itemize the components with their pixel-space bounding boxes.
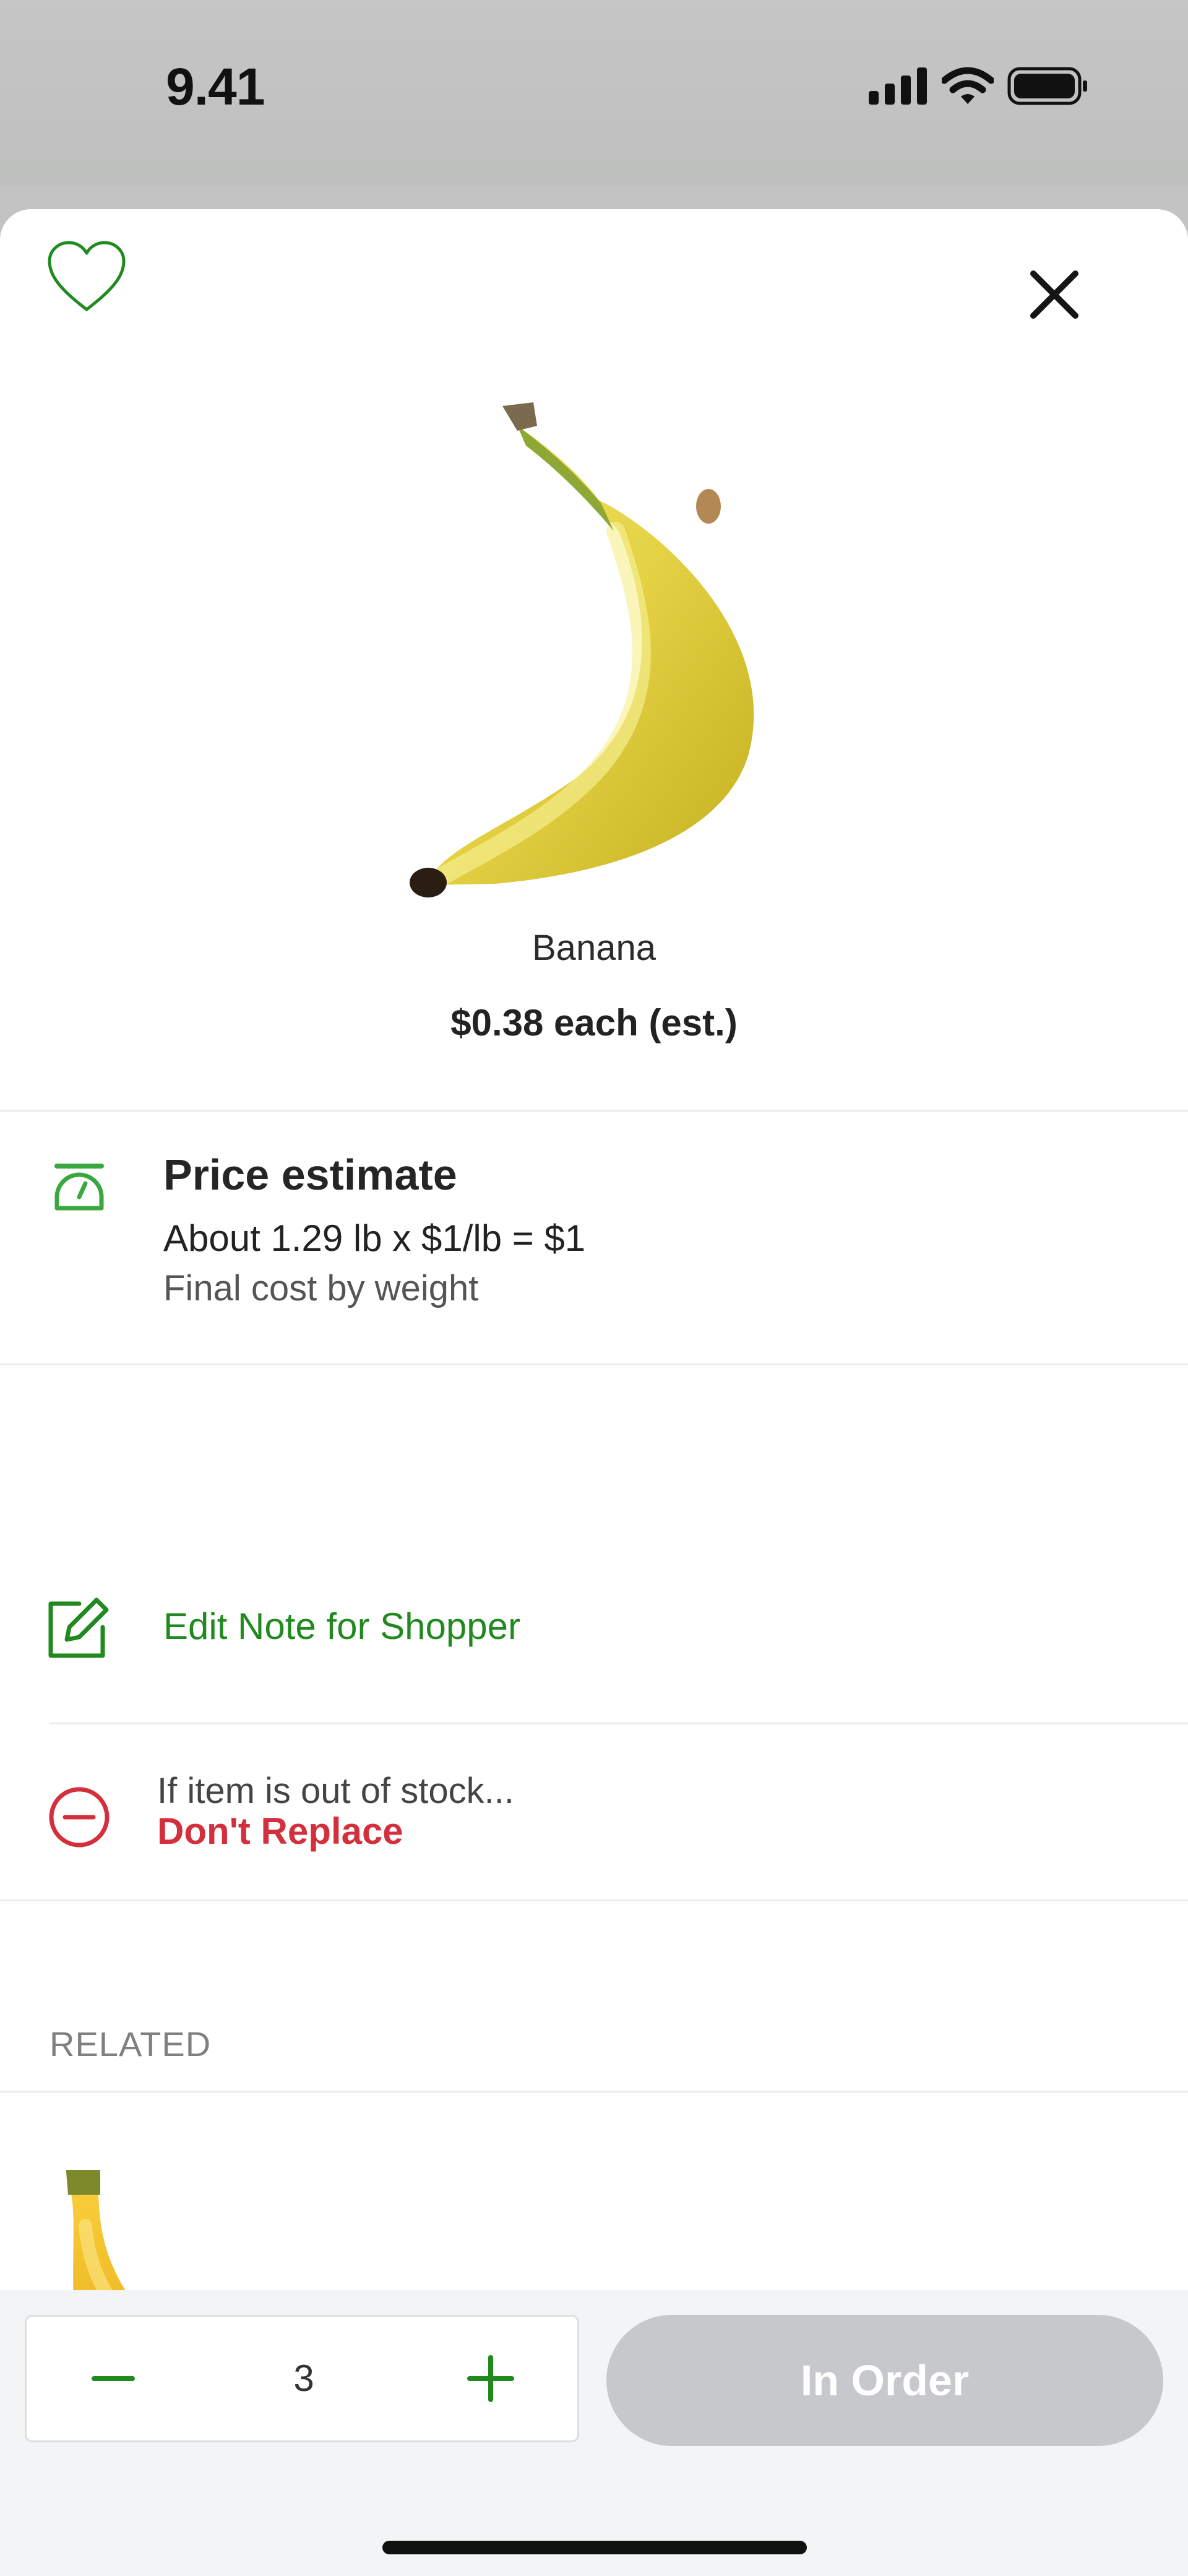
quantity-value: 3 bbox=[293, 2358, 314, 2399]
battery-icon bbox=[1007, 67, 1087, 105]
edit-note-row[interactable]: Edit Note for Shopper bbox=[0, 1574, 1188, 1722]
divider bbox=[0, 1110, 1188, 1112]
minus-circle-icon bbox=[49, 1787, 110, 1848]
price-estimate-note: Final cost by weight bbox=[163, 1268, 479, 1308]
product-detail-sheet: Banana $0.38 each (est.) Price estimate … bbox=[0, 209, 1188, 2576]
divider bbox=[0, 1900, 1188, 1901]
price-estimate-title: Price estimate bbox=[163, 1151, 457, 1199]
price-estimate-formula: About 1.29 lb x $1/lb = $1 bbox=[163, 1217, 586, 1259]
status-bar: 9.41 bbox=[0, 0, 1188, 186]
product-image bbox=[410, 402, 754, 897]
replacement-preference-row[interactable]: If item is out of stock... Don't Replace bbox=[0, 1723, 1188, 1899]
wifi-icon bbox=[942, 67, 994, 104]
bottom-action-bar: 3 In Order bbox=[0, 2290, 1188, 2576]
divider bbox=[0, 1364, 1188, 1365]
close-button[interactable] bbox=[1027, 267, 1082, 322]
status-time: 9.41 bbox=[166, 58, 265, 116]
in-order-button[interactable]: In Order bbox=[606, 2315, 1163, 2446]
product-name: Banana bbox=[532, 928, 656, 968]
related-heading: RELATED bbox=[50, 2025, 212, 2064]
product-price: $0.38 each (est.) bbox=[450, 1002, 738, 1044]
favorite-button[interactable] bbox=[45, 239, 129, 316]
heart-icon bbox=[48, 241, 126, 311]
status-icons bbox=[869, 67, 1089, 105]
scale-icon bbox=[54, 1164, 104, 1211]
home-indicator bbox=[382, 2541, 807, 2554]
edit-note-label: Edit Note for Shopper bbox=[163, 1606, 521, 1647]
replacement-label: If item is out of stock... bbox=[157, 1771, 514, 1811]
replacement-value: Don't Replace bbox=[157, 1810, 403, 1852]
minus-icon bbox=[92, 2376, 135, 2381]
decrement-button[interactable] bbox=[51, 2317, 175, 2440]
plus-icon bbox=[467, 2355, 514, 2402]
quantity-stepper[interactable]: 3 bbox=[25, 2315, 579, 2442]
increment-button[interactable] bbox=[429, 2317, 553, 2440]
signal-icon bbox=[869, 67, 927, 105]
edit-note-icon bbox=[48, 1597, 109, 1658]
divider bbox=[0, 2091, 1188, 2093]
close-icon bbox=[1030, 270, 1078, 319]
